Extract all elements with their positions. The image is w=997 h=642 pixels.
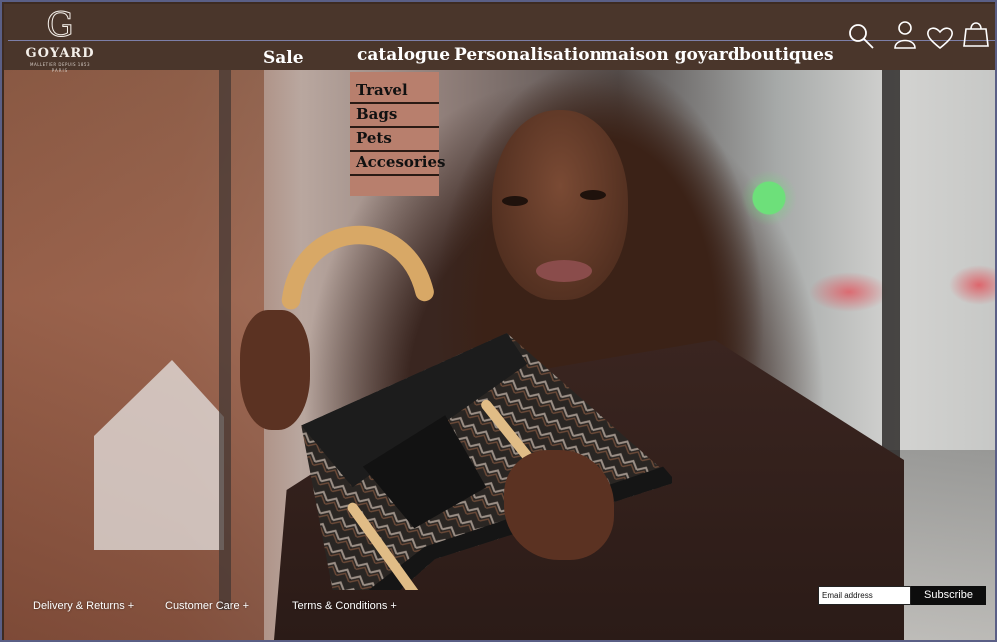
menu-divider [350, 174, 439, 176]
nav-item-boutiques[interactable]: boutiques [739, 45, 834, 65]
wishlist-heart-icon[interactable] [926, 26, 954, 50]
brand-city: PARIS [51, 68, 69, 73]
nav-item-personalisation[interactable]: Personalisation [454, 45, 602, 65]
hero-background-pole [219, 70, 231, 610]
hero-model-left-hand [240, 310, 310, 430]
catalogue-item-label: Travel [356, 81, 408, 99]
brand-logo[interactable]: G GOYARD MALLETIER DEPUIS 1853 PARIS [12, 6, 108, 73]
catalogue-item-bags[interactable]: Bags [350, 104, 439, 128]
hero-model-right-hand [504, 450, 614, 560]
catalogue-item-accesories[interactable]: Accesories [350, 152, 446, 176]
email-field[interactable] [818, 586, 911, 605]
hero-model-eye [580, 190, 606, 200]
brand-name: GOYARD [25, 46, 95, 61]
site-header: G GOYARD MALLETIER DEPUIS 1853 PARIS Sal… [4, 4, 995, 73]
hero-model-eye [502, 196, 528, 206]
svg-text:G: G [46, 6, 73, 44]
footer-link-terms-conditions[interactable]: Terms & Conditions + [292, 600, 397, 612]
newsletter-form: Subscribe [818, 586, 986, 605]
search-icon[interactable] [847, 22, 875, 50]
brand-tagline: MALLETIER DEPUIS 1853 [30, 62, 90, 67]
shopping-bag-icon[interactable] [963, 20, 989, 48]
hero-handbag [281, 225, 672, 590]
nav-item-maison-goyard[interactable]: maison goyard [600, 45, 740, 65]
goyard-monogram-icon: G [46, 6, 74, 44]
hero-image [4, 70, 995, 640]
footer-link-delivery-returns[interactable]: Delivery & Returns + [33, 600, 134, 612]
catalogue-dropdown: Travel Bags Pets Accesories [350, 72, 446, 196]
footer-link-customer-care[interactable]: Customer Care + [165, 600, 249, 612]
page-frame: G GOYARD MALLETIER DEPUIS 1853 PARIS Sal… [0, 0, 997, 642]
catalogue-item-label: Pets [356, 129, 392, 147]
account-icon[interactable] [893, 20, 917, 50]
subscribe-button[interactable]: Subscribe [911, 586, 986, 605]
catalogue-item-label: Bags [356, 105, 398, 123]
nav-item-catalogue[interactable]: catalogue [357, 45, 450, 65]
catalogue-item-label: Accesories [356, 153, 446, 171]
catalogue-item-pets[interactable]: Pets [350, 128, 439, 152]
catalogue-item-travel[interactable]: Travel [350, 80, 439, 104]
nav-item-sale[interactable]: Sale [263, 48, 304, 68]
